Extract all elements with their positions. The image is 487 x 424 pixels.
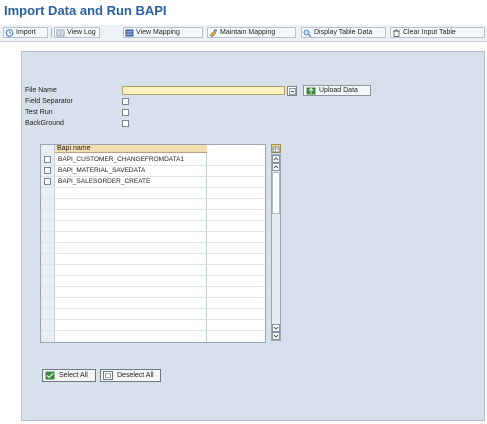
select-all-label: Select All [59,372,88,379]
deselect-all-label: Deselect All [117,372,154,379]
file-name-input[interactable] [122,86,285,95]
table-settings-button[interactable] [271,144,281,153]
row-divider [41,286,265,287]
clock-icon [5,28,14,37]
trash-icon [393,29,400,37]
row-divider [41,319,265,320]
row-divider [41,242,265,243]
arrow-up-icon [273,165,279,169]
field-separator-label: Field Separator [25,98,73,105]
display-table-data-label: Display Table Data [314,29,373,36]
select-all-icon [45,371,55,380]
test-run-checkbox[interactable] [122,109,129,116]
clear-input-table-label: Clear Input Table [403,29,456,36]
row-divider [41,330,265,331]
table-scrollbar[interactable] [271,154,281,341]
scroll-thumb[interactable] [272,172,280,214]
arrow-down-icon [273,334,279,338]
row-divider [41,231,265,232]
row-divider [41,209,265,210]
row-divider [41,220,265,221]
bapi-name-column [55,145,207,342]
display-table-data-button[interactable]: Display Table Data [301,27,386,38]
scroll-page-down-button[interactable] [272,324,280,332]
select-all-button[interactable]: Select All [42,369,96,382]
import-button[interactable]: Import [3,27,48,38]
upload-data-button[interactable]: Upload Data [303,85,371,96]
view-mapping-button[interactable]: View Mapping [123,27,203,38]
row-divider [41,176,265,177]
upload-data-label: Upload Data [319,87,358,94]
scroll-down-button[interactable] [272,332,280,340]
application-toolbar: Import View Log View Mapping Maintain Ma… [0,25,487,42]
test-run-label: Test Run [25,109,53,116]
row-divider [41,165,265,166]
row-divider [41,253,265,254]
view-mapping-label: View Mapping [136,29,180,36]
field-separator-field[interactable] [122,98,129,105]
deselect-all-button[interactable]: Deselect All [100,369,161,382]
search-help-icon [288,87,296,95]
row-select-checkbox[interactable] [44,178,51,185]
view-log-button[interactable]: View Log [54,27,100,38]
upload-icon [306,87,316,94]
file-browse-button[interactable] [287,86,297,96]
arrow-down-icon [273,326,279,330]
row-select-checkbox[interactable] [44,167,51,174]
row-divider [41,264,265,265]
row-divider [41,198,265,199]
row-divider [41,297,265,298]
table-row[interactable]: BAPI_SALESORDER_CREATE [58,178,150,185]
maintain-mapping-button[interactable]: Maintain Mapping [207,27,296,38]
scroll-page-up-button[interactable] [272,163,280,171]
table-settings-icon [272,146,280,153]
clear-input-table-button[interactable]: Clear Input Table [390,27,485,38]
file-name-label: File Name [25,87,57,94]
mapping-icon [125,29,134,36]
table-icon [303,29,312,37]
row-selector-column [41,145,55,342]
import-label: Import [16,29,36,36]
scroll-up-button[interactable] [272,155,280,163]
view-log-label: View Log [67,29,96,36]
table-row[interactable]: BAPI_MATERIAL_SAVEDATA [58,167,145,174]
table-row[interactable]: BAPI_CUSTOMER_CHANGEFROMDATA1 [58,156,184,163]
row-divider [41,187,265,188]
arrow-up-icon [273,157,279,161]
background-label: BackGround [25,120,64,127]
bapi-table: Bapi name BAPI_CUSTOMER_CHANGEFROMDATA1 … [40,144,266,343]
maintain-mapping-label: Maintain Mapping [220,29,276,36]
toolbar-separator [51,28,52,38]
row-divider [41,275,265,276]
row-select-checkbox[interactable] [44,156,51,163]
bapi-name-column-header[interactable]: Bapi name [55,145,207,153]
deselect-all-icon [103,371,113,380]
background-checkbox[interactable] [122,120,129,127]
page-title: Import Data and Run BAPI [4,3,167,18]
log-icon [56,29,65,36]
maintain-icon [209,29,217,37]
row-divider [41,308,265,309]
